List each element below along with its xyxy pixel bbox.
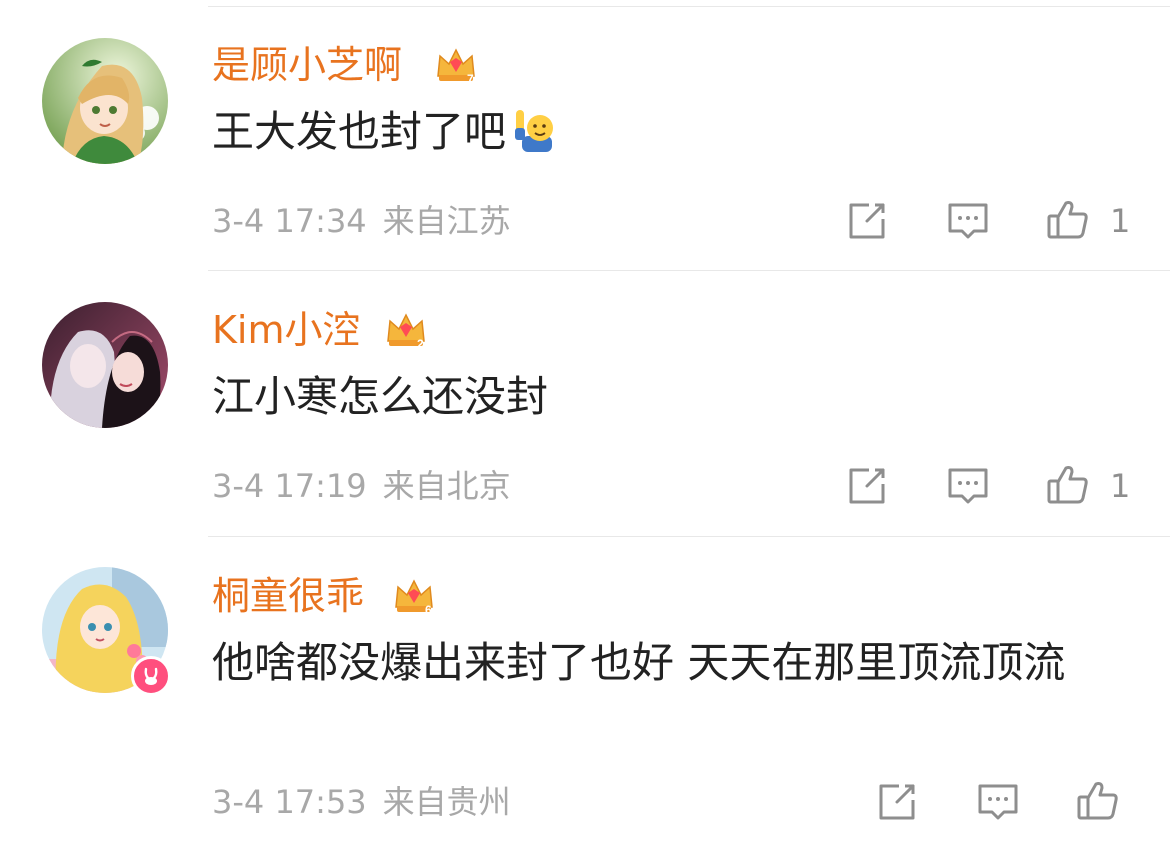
- comment-icon[interactable]: [976, 780, 1020, 824]
- comment-icon[interactable]: [946, 199, 990, 243]
- share-icon[interactable]: [845, 464, 889, 508]
- comment-text: 他啥都没爆出来封了也好 天天在那里顶流顶流: [212, 638, 1066, 687]
- thumbs-up-icon[interactable]: [1046, 197, 1090, 241]
- location: 来自北京: [382, 467, 511, 505]
- thumbs-up-icon[interactable]: [1076, 778, 1120, 822]
- username[interactable]: Kim小涳: [212, 311, 361, 349]
- location: 来自贵州: [382, 783, 511, 821]
- crown-icon[interactable]: 6: [392, 573, 436, 617]
- comment-icon[interactable]: [946, 464, 990, 508]
- avatar[interactable]: [42, 38, 168, 164]
- crown-icon[interactable]: 7: [434, 42, 478, 86]
- crown-level: 2: [417, 337, 424, 351]
- comment-text: 王大发也封了吧: [212, 98, 1112, 166]
- verified-badge-icon: [131, 656, 171, 696]
- share-icon[interactable]: [845, 199, 889, 243]
- location: 来自江苏: [382, 202, 511, 240]
- username[interactable]: 桐童很乖: [212, 577, 364, 615]
- raising-hand-emoji-icon: [515, 110, 554, 152]
- like-count: 1: [1110, 202, 1131, 240]
- crown-level: 6: [425, 603, 432, 617]
- comment-meta: 3-4 17:34 来自江苏: [212, 205, 511, 237]
- comment-text: 江小寒怎么还没封: [212, 372, 549, 421]
- username[interactable]: 是顾小芝啊: [212, 46, 402, 84]
- crown-icon[interactable]: 2: [384, 307, 428, 351]
- comment-meta: 3-4 17:53 来自贵州: [212, 786, 511, 818]
- comment-body: 王大发也封了吧: [212, 107, 507, 156]
- crown-level: 7: [467, 72, 474, 86]
- thumbs-up-icon[interactable]: [1046, 462, 1090, 506]
- comment-item: Kim小涳 2 江小寒怎么还没封 3-4 17:19 来自北京 1: [0, 271, 1170, 536]
- timestamp: 3-4 17:34: [212, 202, 367, 240]
- comment-item: 桐童很乖 6 他啥都没爆出来封了也好 天天在那里顶流顶流 3-4 17:53 来自…: [0, 537, 1170, 866]
- timestamp: 3-4 17:19: [212, 467, 367, 505]
- timestamp: 3-4 17:53: [212, 783, 367, 821]
- like-count: 1: [1110, 467, 1131, 505]
- comment-meta: 3-4 17:19 来自北京: [212, 470, 511, 502]
- share-icon[interactable]: [875, 780, 919, 824]
- avatar[interactable]: [42, 302, 168, 428]
- comment-item: 是顾小芝啊 7 王大发也封了吧 3-4 17:34 来自江苏 1: [0, 0, 1170, 270]
